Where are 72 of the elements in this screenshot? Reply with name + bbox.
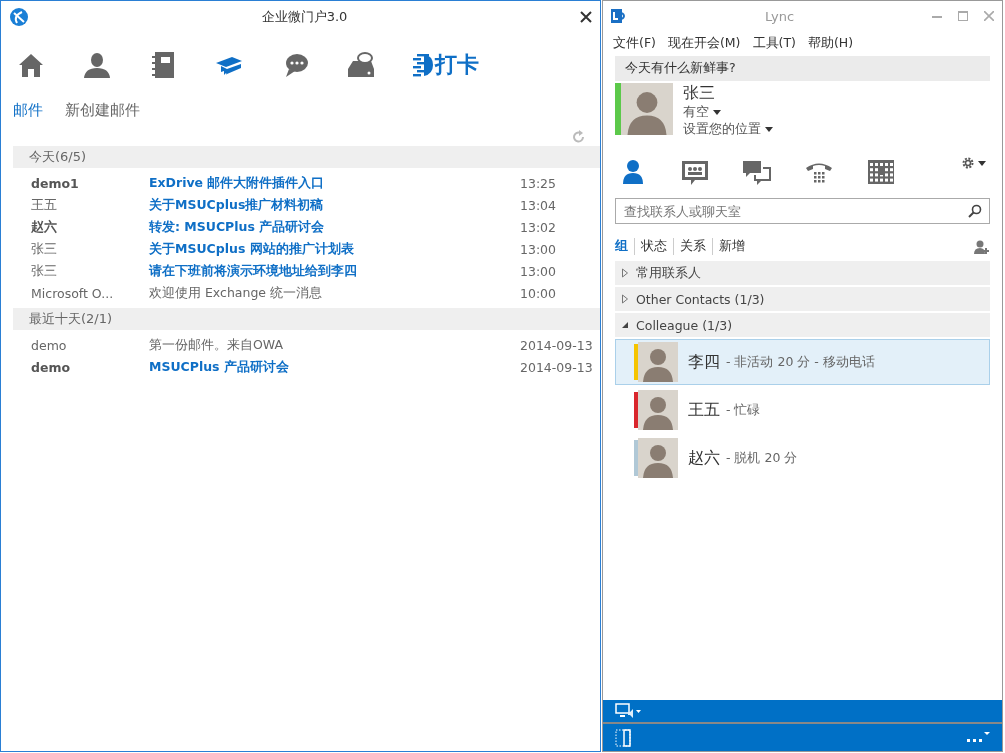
search-icon[interactable] <box>968 204 982 218</box>
expanded-caret-icon[interactable] <box>621 320 629 330</box>
avatar-icon <box>621 83 673 135</box>
menu-item[interactable]: 工具(T) <box>752 35 796 52</box>
contact-group[interactable]: 常用联系人 <box>615 261 990 285</box>
mail-sender: demo <box>31 359 72 375</box>
mail-sender: 张三 <box>31 240 58 258</box>
contact-row[interactable]: 李四 - 非活动 20 分 - 移动电话 <box>615 339 990 385</box>
view-tab[interactable]: 状态 <box>634 238 673 255</box>
punch-button[interactable]: 打卡 <box>411 50 479 80</box>
menu-item[interactable]: 帮助(H) <box>807 35 854 52</box>
mail-tab[interactable]: 新创建邮件 <box>65 101 140 120</box>
avatar-icon <box>638 390 678 430</box>
app-logo-icon <box>9 7 29 27</box>
mail-subject[interactable]: 关于MSUCplus 网站的推广计划表 <box>149 240 520 258</box>
device-menu-icon[interactable] <box>615 703 641 719</box>
group-header: 今天(6/5) <box>13 146 600 168</box>
settings-button[interactable] <box>961 156 986 170</box>
contact-status: - 忙碌 <box>726 401 761 419</box>
mail-sender: 王五 <box>31 196 58 214</box>
contact-name: 王五 <box>688 399 720 421</box>
view-tab[interactable]: 关系 <box>673 238 712 255</box>
mail-time: 13:00 <box>520 241 558 257</box>
contact-status: - 非活动 20 分 - 移动电话 <box>726 353 875 371</box>
mail-sender: demo1 <box>31 175 80 191</box>
mail-time: 10:00 <box>520 285 558 301</box>
mail-subject[interactable]: 请在下班前将演示环境地址给到李四 <box>149 262 520 280</box>
avatar-icon <box>638 342 678 382</box>
location-dropdown[interactable]: 设置您的位置 <box>683 121 773 138</box>
compact-view-icon[interactable] <box>615 728 631 747</box>
view-tab[interactable]: 新增 <box>712 238 751 255</box>
menu-item[interactable]: 文件(F) <box>613 35 656 52</box>
contact-row[interactable]: 赵六 - 脱机 20 分 <box>615 435 990 481</box>
mail-time: 13:04 <box>520 197 558 213</box>
contact-group[interactable]: Colleague (1/3) <box>615 313 990 337</box>
close-icon[interactable] <box>580 11 592 23</box>
group-header: 最近十天(2/1) <box>13 308 600 330</box>
view-tab[interactable]: 组 <box>615 238 634 255</box>
mail-subject[interactable]: 关于MSUCplus推广材料初稿 <box>149 196 520 214</box>
collapsed-caret-icon[interactable] <box>621 268 629 278</box>
app-logo-icon <box>611 8 627 24</box>
mail-time: 2014-09-13 <box>520 337 594 353</box>
mail-subject[interactable]: ExDrive 邮件大附件插件入口 <box>149 174 520 192</box>
contact-status: - 脱机 20 分 <box>726 449 798 467</box>
user-name: 张三 <box>683 83 716 104</box>
collapsed-caret-icon[interactable] <box>621 294 629 304</box>
add-contact-icon[interactable] <box>974 238 990 255</box>
mail-subject[interactable]: MSUCPlus 产品研讨会 <box>149 358 520 376</box>
contact-group[interactable]: Other Contacts (1/3) <box>615 287 990 311</box>
mail-sender: demo <box>31 337 68 353</box>
mail-sender: 张三 <box>31 262 58 280</box>
status-note[interactable]: 今天有什么新鲜事? <box>615 56 990 81</box>
mail-subject[interactable]: 转发: MSUCPlus 产品研讨会 <box>149 218 520 236</box>
window-title: 企业微门户3.0 <box>260 8 349 26</box>
more-options-icon[interactable] <box>966 730 990 745</box>
availability-dropdown[interactable]: 有空 <box>683 104 773 121</box>
mail-subject[interactable]: 第一份邮件。来自OWA <box>149 336 520 354</box>
mail-time: 2014-09-13 <box>520 359 594 375</box>
mail-tab[interactable]: 邮件 <box>13 101 43 120</box>
menu-item[interactable]: 现在开会(M) <box>667 35 741 52</box>
mail-time: 13:25 <box>520 175 558 191</box>
mail-sender: 赵六 <box>31 218 58 236</box>
avatar-icon <box>638 438 678 478</box>
mail-sender: Microsoft O... <box>31 285 115 301</box>
window-title: Lync <box>763 8 796 24</box>
contact-name: 赵六 <box>688 447 720 469</box>
mail-time: 13:00 <box>520 263 558 279</box>
contact-row[interactable]: 王五 - 忙碌 <box>615 387 990 433</box>
contact-name: 李四 <box>688 351 720 373</box>
mail-time: 13:02 <box>520 219 558 235</box>
mail-subject[interactable]: 欢迎使用 Exchange 统一消息 <box>149 284 520 302</box>
search-field[interactable]: 查找联系人或聊天室 <box>615 198 990 224</box>
